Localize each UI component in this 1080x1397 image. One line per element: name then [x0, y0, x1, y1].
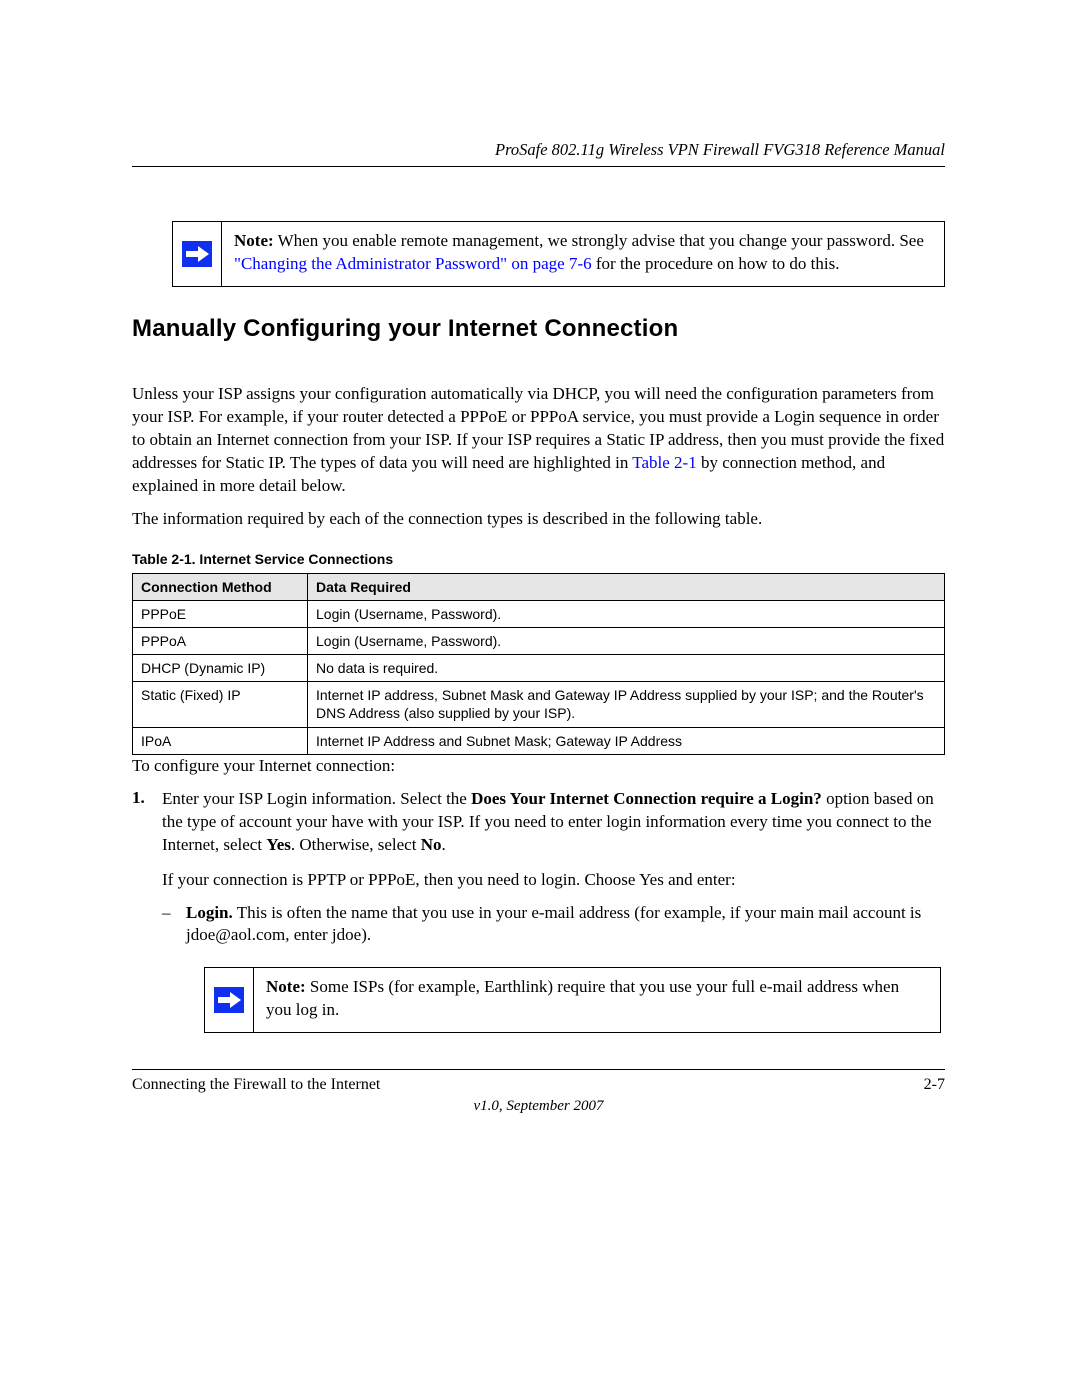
- note-text: Note: Some ISPs (for example, Earthlink)…: [254, 968, 940, 1032]
- note-label: Note:: [234, 231, 274, 250]
- cell-data: Internet IP Address and Subnet Mask; Gat…: [308, 727, 945, 754]
- step1-bold3: No: [421, 835, 442, 854]
- step1-bold2: Yes: [266, 835, 291, 854]
- note-body: Some ISPs (for example, Earthlink) requi…: [266, 977, 899, 1019]
- footer-version: v1.0, September 2007: [132, 1098, 945, 1115]
- cell-method: IPoA: [133, 727, 308, 754]
- step-body: Enter your ISP Login information. Select…: [162, 788, 945, 857]
- table-row: Static (Fixed) IP Internet IP address, S…: [133, 682, 945, 727]
- note-icon-cell: [205, 968, 254, 1032]
- table-header-method: Connection Method: [133, 573, 308, 600]
- table-row: PPPoE Login (Username, Password).: [133, 600, 945, 627]
- header-rule: [132, 166, 945, 167]
- arrow-right-icon: [214, 987, 244, 1013]
- running-header: ProSafe 802.11g Wireless VPN Firewall FV…: [132, 140, 945, 160]
- bullet-label: Login.: [186, 903, 233, 922]
- note-box-isp-login: Note: Some ISPs (for example, Earthlink)…: [204, 967, 941, 1033]
- intro-line: To configure your Internet connection:: [132, 755, 945, 778]
- step-number: 1.: [132, 788, 162, 857]
- section-heading: Manually Configuring your Internet Conne…: [132, 315, 945, 343]
- step1-t1: Enter your ISP Login information. Select…: [162, 789, 471, 808]
- step1-t4: .: [441, 835, 445, 854]
- dash-item-login: – Login. This is often the name that you…: [162, 902, 945, 948]
- step1-extra: If your connection is PPTP or PPPoE, the…: [162, 869, 945, 892]
- steps-list: 1. Enter your ISP Login information. Sel…: [132, 788, 945, 857]
- note-text-before: When you enable remote management, we st…: [274, 231, 924, 250]
- note-text-after: for the procedure on how to do this.: [592, 254, 840, 273]
- table-row: DHCP (Dynamic IP) No data is required.: [133, 655, 945, 682]
- cell-method: Static (Fixed) IP: [133, 682, 308, 727]
- note-icon-cell: [173, 222, 222, 286]
- paragraph-2: The information required by each of the …: [132, 508, 945, 531]
- step1-t3: . Otherwise, select: [291, 835, 421, 854]
- dash-list: – Login. This is often the name that you…: [162, 902, 945, 948]
- cell-data: Internet IP address, Subnet Mask and Gat…: [308, 682, 945, 727]
- footer-rule: [132, 1069, 945, 1070]
- step-1: 1. Enter your ISP Login information. Sel…: [132, 788, 945, 857]
- footer-row: Connecting the Firewall to the Internet …: [132, 1076, 945, 1094]
- note-link[interactable]: "Changing the Administrator Password" on…: [234, 254, 592, 273]
- cell-method: DHCP (Dynamic IP): [133, 655, 308, 682]
- step1-bold1: Does Your Internet Connection require a …: [471, 789, 822, 808]
- internet-service-connections-table: Connection Method Data Required PPPoE Lo…: [132, 573, 945, 755]
- cell-data: No data is required.: [308, 655, 945, 682]
- document-page: ProSafe 802.11g Wireless VPN Firewall FV…: [0, 0, 1080, 1397]
- arrow-right-icon: [182, 241, 212, 267]
- table-header-data: Data Required: [308, 573, 945, 600]
- table-row: PPPoA Login (Username, Password).: [133, 627, 945, 654]
- bullet-text: This is often the name that you use in y…: [186, 903, 921, 945]
- cell-data: Login (Username, Password).: [308, 627, 945, 654]
- table-row: IPoA Internet IP Address and Subnet Mask…: [133, 727, 945, 754]
- cell-method: PPPoE: [133, 600, 308, 627]
- cell-data: Login (Username, Password).: [308, 600, 945, 627]
- table-header-row: Connection Method Data Required: [133, 573, 945, 600]
- note-label: Note:: [266, 977, 306, 996]
- cell-method: PPPoA: [133, 627, 308, 654]
- footer-left: Connecting the Firewall to the Internet: [132, 1076, 380, 1094]
- dash-mark: –: [162, 902, 186, 948]
- para1-link[interactable]: Table 2-1: [632, 453, 696, 472]
- footer-page-number: 2-7: [924, 1076, 945, 1094]
- paragraph-1: Unless your ISP assigns your configurati…: [132, 383, 945, 498]
- note-box-remote-management: Note: When you enable remote management,…: [172, 221, 945, 287]
- table-caption: Table 2-1. Internet Service Connections: [132, 551, 945, 567]
- note-text: Note: When you enable remote management,…: [222, 222, 944, 286]
- dash-body: Login. This is often the name that you u…: [186, 902, 945, 948]
